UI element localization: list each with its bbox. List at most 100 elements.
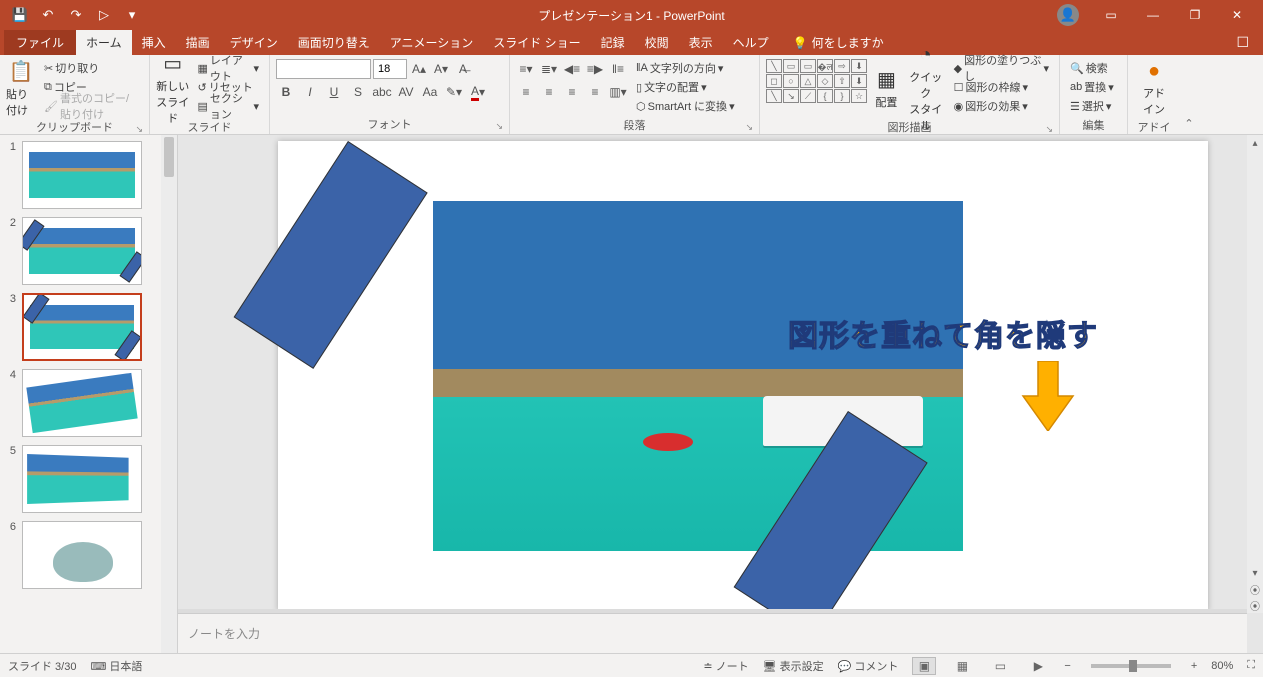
slide-scrollbar[interactable]: ▴ ▾ ⦿ ⦿ <box>1247 135 1263 613</box>
tab-review[interactable]: 校閲 <box>635 30 679 55</box>
thumbnail-3[interactable]: 3 <box>4 293 173 361</box>
slide-canvas[interactable]: 図形を重ねて角を隠す <box>278 141 1208 611</box>
tab-view[interactable]: 表示 <box>679 30 723 55</box>
smartart-button[interactable]: ⬡ SmartArt に変換▾ <box>632 97 739 115</box>
numbering-button[interactable]: ≣▾ <box>539 59 559 79</box>
ribbon-display-button[interactable]: ▭ <box>1091 0 1131 30</box>
indent-inc-button[interactable]: ≡▶ <box>585 59 605 79</box>
italic-button[interactable]: I <box>300 82 320 102</box>
shapes-gallery[interactable]: ╲▭▭�ल⇨⬇ ◻○△◇⇧⬇ ╲↘⟋{}☆ <box>766 59 867 103</box>
reading-view-button[interactable]: ▭ <box>988 657 1012 675</box>
tab-record[interactable]: 記録 <box>591 30 635 55</box>
zoom-slider[interactable] <box>1091 664 1171 668</box>
align-right-button[interactable]: ≡ <box>562 82 582 102</box>
annotation-text: 図形を重ねて角を隠す <box>788 311 1098 355</box>
tab-slideshow[interactable]: スライド ショー <box>483 30 590 55</box>
clear-format-button[interactable]: A̶ <box>453 59 473 79</box>
language-button[interactable]: ⌨ 日本語 <box>90 658 142 674</box>
collapse-ribbon-button[interactable]: ⌃ <box>1180 55 1198 134</box>
indent-dec-button[interactable]: ◀≡ <box>562 59 582 79</box>
arrange-button[interactable]: ▦配置 <box>871 59 902 117</box>
tell-me-search[interactable]: 💡 何をしますか <box>785 30 892 55</box>
font-size-combo[interactable]: 18 <box>373 59 407 79</box>
change-case-button[interactable]: Aa <box>420 82 440 102</box>
layout-button[interactable]: ▦ レイアウト▾ <box>194 59 263 77</box>
justify-button[interactable]: ≡ <box>585 82 605 102</box>
align-center-button[interactable]: ≡ <box>539 82 559 102</box>
slide-counter[interactable]: スライド 3/30 <box>8 658 76 674</box>
addins-button[interactable]: ●アド イン <box>1134 59 1174 117</box>
thumbnail-1[interactable]: 1 <box>4 141 173 209</box>
thumbnail-6[interactable]: 6 <box>4 521 173 589</box>
display-settings-button[interactable]: 🖥 表示設定 <box>763 658 824 674</box>
zoom-in-button[interactable]: + <box>1191 660 1197 672</box>
text-direction-button[interactable]: ‖A 文字列の方向▾ <box>632 59 739 77</box>
thumbnail-2[interactable]: 2 <box>4 217 173 285</box>
sorter-view-button[interactable]: ▦ <box>950 657 974 675</box>
thumbnails-scrollbar[interactable] <box>161 135 177 653</box>
paste-button[interactable]: 📋 貼り付け <box>6 59 36 117</box>
zoom-level[interactable]: 80% <box>1211 660 1233 672</box>
tab-help[interactable]: ヘルプ <box>723 30 779 55</box>
align-left-button[interactable]: ≡ <box>516 82 536 102</box>
prev-slide-button[interactable]: ⦿ <box>1247 581 1263 597</box>
user-account-button[interactable]: 👤 <box>1057 4 1079 26</box>
tab-home[interactable]: ホーム <box>76 30 132 55</box>
select-button[interactable]: ☰ 選択▾ <box>1066 97 1118 115</box>
clipboard-launcher[interactable]: ↘ <box>135 124 143 135</box>
shape-outline-button[interactable]: ☐ 図形の枠線▾ <box>950 78 1053 96</box>
cut-button[interactable]: ✂ 切り取り <box>40 59 143 77</box>
font-group-label: フォント↘ <box>276 114 503 134</box>
scroll-up-button[interactable]: ▴ <box>1247 135 1263 151</box>
align-text-button[interactable]: ▯ 文字の配置▾ <box>632 78 739 96</box>
find-button[interactable]: 🔍 検索 <box>1066 59 1118 77</box>
tape-shape-top-left[interactable] <box>234 141 428 369</box>
strike-button[interactable]: S <box>348 82 368 102</box>
increase-font-button[interactable]: A▴ <box>409 59 429 79</box>
thumbnail-4[interactable]: 4 <box>4 369 173 437</box>
decrease-font-button[interactable]: A▾ <box>431 59 451 79</box>
spacing-button[interactable]: AV <box>396 82 416 102</box>
notes-button[interactable]: ≐ ノート <box>703 658 748 674</box>
thumbnail-5[interactable]: 5 <box>4 445 173 513</box>
tab-file[interactable]: ファイル <box>4 30 76 55</box>
shape-effects-button[interactable]: ◉ 図形の効果▾ <box>950 97 1053 115</box>
tab-transitions[interactable]: 画面切り替え <box>288 30 380 55</box>
highlight-button[interactable]: ✎▾ <box>444 82 464 102</box>
save-button[interactable]: 💾 <box>8 3 32 27</box>
shadow-button[interactable]: abc <box>372 82 392 102</box>
fit-window-button[interactable]: ⛶ <box>1247 659 1255 672</box>
line-spacing-button[interactable]: ‖≡ <box>608 59 628 79</box>
minimize-button[interactable]: — <box>1133 0 1173 30</box>
slideshow-view-button[interactable]: ▶ <box>1026 657 1050 675</box>
start-slideshow-button[interactable]: ▷ <box>92 3 116 27</box>
paragraph-launcher[interactable]: ↘ <box>745 122 753 133</box>
notes-pane[interactable]: ノートを入力 <box>178 613 1247 653</box>
zoom-out-button[interactable]: − <box>1064 660 1070 672</box>
new-slide-button[interactable]: ▭ 新しい スライド <box>156 59 190 117</box>
columns-button[interactable]: ▥▾ <box>608 82 628 102</box>
font-family-combo[interactable] <box>276 59 371 79</box>
comments-button[interactable]: 💬 コメント <box>838 658 899 674</box>
close-button[interactable]: ✕ <box>1217 0 1257 30</box>
share-button[interactable]: ☐ <box>1226 30 1259 55</box>
bold-button[interactable]: B <box>276 82 296 102</box>
bullets-button[interactable]: ≡▾ <box>516 59 536 79</box>
shape-fill-button[interactable]: ◆ 図形の塗りつぶし▾ <box>950 59 1053 77</box>
undo-button[interactable]: ↶ <box>36 3 60 27</box>
format-painter-button[interactable]: 🖌 書式のコピー/貼り付け <box>40 97 143 115</box>
next-slide-button[interactable]: ⦿ <box>1247 597 1263 613</box>
underline-button[interactable]: U <box>324 82 344 102</box>
scroll-down-button[interactable]: ▾ <box>1247 565 1263 581</box>
qat-more-button[interactable]: ▾ <box>120 3 144 27</box>
drawing-launcher[interactable]: ↘ <box>1045 124 1053 135</box>
font-launcher[interactable]: ↘ <box>495 121 503 132</box>
redo-button[interactable]: ↷ <box>64 3 88 27</box>
tab-animations[interactable]: アニメーション <box>380 30 484 55</box>
replace-button[interactable]: ab 置換▾ <box>1066 78 1118 96</box>
quick-styles-button[interactable]: ◔クイック スタイル <box>906 59 946 117</box>
normal-view-button[interactable]: ▣ <box>912 657 936 675</box>
section-button[interactable]: ▤ セクション▾ <box>194 97 263 115</box>
font-color-button[interactable]: A▾ <box>468 82 488 102</box>
maximize-button[interactable]: ❐ <box>1175 0 1215 30</box>
